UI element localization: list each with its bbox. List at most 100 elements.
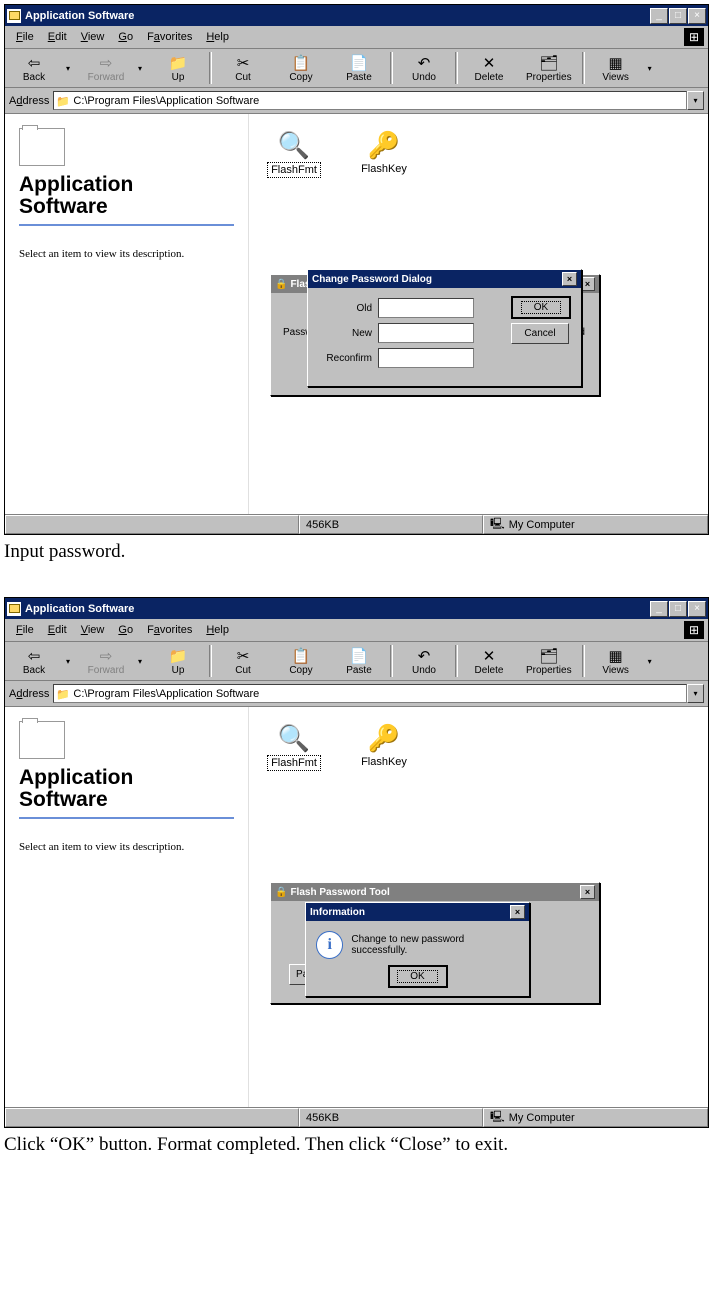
back-button[interactable]: ⇦Back — [5, 641, 63, 681]
close-button[interactable]: × — [688, 601, 706, 617]
menu-view[interactable]: View — [74, 622, 112, 638]
forward-button: ⇨Forward — [77, 641, 135, 681]
menu-file[interactable]: File — [9, 622, 41, 638]
cancel-button[interactable]: Cancel — [511, 323, 569, 344]
new-password-label: New — [320, 328, 378, 339]
status-size: 456KB — [299, 1108, 483, 1127]
menu-go[interactable]: Go — [111, 29, 140, 45]
menu-edit[interactable]: Edit — [41, 29, 74, 45]
copy-button[interactable]: 📋Copy — [272, 641, 330, 681]
paste-icon: 📄 — [350, 647, 369, 665]
folder-large-icon — [19, 721, 65, 759]
ok-button[interactable]: OK — [388, 965, 448, 988]
views-button[interactable]: ▦Views — [587, 48, 645, 88]
close-button[interactable]: × — [688, 8, 706, 24]
address-label: Address — [9, 688, 49, 700]
separator — [455, 645, 458, 677]
forward-dropdown[interactable]: ▾ — [135, 657, 149, 666]
close-icon[interactable]: × — [580, 277, 595, 291]
delete-icon: ✕ — [483, 647, 496, 665]
lock-icon: 🔒 — [275, 887, 287, 898]
status-size: 456KB — [299, 515, 483, 534]
views-dropdown[interactable]: ▾ — [645, 657, 659, 666]
menu-help[interactable]: Help — [199, 29, 236, 45]
menubar: File Edit View Go Favorites Help — [5, 619, 708, 641]
close-icon[interactable]: × — [510, 905, 525, 919]
properties-button[interactable]: 🗂Properties — [518, 48, 580, 88]
reconfirm-password-input[interactable] — [378, 348, 474, 368]
back-button[interactable]: ⇦Back — [5, 48, 63, 88]
forward-dropdown[interactable]: ▾ — [135, 64, 149, 73]
back-dropdown[interactable]: ▾ — [63, 64, 77, 73]
computer-icon: 🖳 — [490, 1108, 505, 1127]
magnifier-icon: 🔍 — [278, 721, 310, 755]
menu-view[interactable]: View — [74, 29, 112, 45]
menu-favorites[interactable]: Favorites — [140, 29, 199, 45]
content-area: Application Software Select an item to v… — [5, 114, 708, 514]
info-message: Change to new password successfully. — [351, 934, 519, 956]
magnifier-icon: 🔍 — [278, 128, 310, 162]
pane-description: Select an item to view its description. — [19, 841, 234, 853]
old-password-label: Old — [320, 303, 378, 314]
cut-button[interactable]: ✂Cut — [214, 48, 272, 88]
address-field[interactable]: C:\Program Files\Application Software — [53, 684, 687, 703]
cut-button[interactable]: ✂Cut — [214, 641, 272, 681]
copy-icon: 📋 — [292, 647, 311, 665]
ok-button[interactable]: OK — [511, 296, 571, 319]
titlebar[interactable]: Application Software _ □ × — [5, 598, 708, 619]
old-password-input[interactable] — [378, 298, 474, 318]
menu-file[interactable]: File — [9, 29, 41, 45]
copy-button[interactable]: 📋Copy — [272, 48, 330, 88]
address-dropdown[interactable]: ▾ — [687, 91, 704, 110]
menu-favorites[interactable]: Favorites — [140, 622, 199, 638]
undo-button[interactable]: ↶Undo — [395, 48, 453, 88]
address-dropdown[interactable]: ▾ — [687, 684, 704, 703]
minimize-button[interactable]: _ — [650, 8, 668, 24]
minimize-button[interactable]: _ — [650, 601, 668, 617]
undo-button[interactable]: ↶Undo — [395, 641, 453, 681]
menu-go[interactable]: Go — [111, 622, 140, 638]
up-button[interactable]: 📁Up — [149, 641, 207, 681]
pane-divider — [19, 817, 234, 819]
menu-edit[interactable]: Edit — [41, 622, 74, 638]
status-pane-1 — [5, 1108, 299, 1127]
maximize-button[interactable]: □ — [669, 8, 687, 24]
cut-icon: ✂ — [237, 647, 250, 665]
new-password-input[interactable] — [378, 323, 474, 343]
menu-help[interactable]: Help — [199, 622, 236, 638]
toolbar: ⇦Back ▾ ⇨Forward ▾ 📁Up ✂Cut 📋Copy 📄Paste… — [5, 641, 708, 681]
titlebar[interactable]: Application Software _ □ × — [5, 5, 708, 26]
bg-dialog-title: 🔒 Flash Password Tool × — [271, 883, 599, 901]
paste-button[interactable]: 📄Paste — [330, 48, 388, 88]
views-dropdown[interactable]: ▾ — [645, 64, 659, 73]
statusbar: 456KB 🖳My Computer — [5, 514, 708, 534]
windows-logo-icon — [684, 621, 704, 639]
info-icon: i — [316, 931, 343, 959]
views-button[interactable]: ▦Views — [587, 641, 645, 681]
up-button[interactable]: 📁Up — [149, 48, 207, 88]
dialog-titlebar[interactable]: Change Password Dialog × — [308, 270, 581, 288]
folder-icon — [7, 9, 21, 23]
bg-title-icon: 🔒 — [275, 279, 287, 290]
close-icon[interactable]: × — [580, 885, 595, 899]
address-path: C:\Program Files\Application Software — [73, 95, 259, 107]
computer-icon: 🖳 — [490, 515, 505, 534]
up-icon: 📁 — [169, 54, 188, 72]
up-icon: 📁 — [169, 647, 188, 665]
file-label: FlashFmt — [267, 755, 321, 771]
forward-icon: ⇨ — [100, 54, 113, 72]
views-icon: ▦ — [608, 647, 622, 665]
status-location: 🖳My Computer — [483, 515, 708, 534]
separator — [455, 52, 458, 84]
maximize-button[interactable]: □ — [669, 601, 687, 617]
undo-icon: ↶ — [418, 647, 431, 665]
dialog-titlebar[interactable]: Information × — [306, 903, 529, 921]
delete-button[interactable]: ✕Delete — [460, 48, 518, 88]
delete-button[interactable]: ✕Delete — [460, 641, 518, 681]
close-icon[interactable]: × — [562, 272, 577, 286]
paste-button[interactable]: 📄Paste — [330, 641, 388, 681]
back-dropdown[interactable]: ▾ — [63, 657, 77, 666]
properties-button[interactable]: 🗂Properties — [518, 641, 580, 681]
address-field[interactable]: C:\Program Files\Application Software — [53, 91, 687, 110]
info-pane: Application Software Select an item to v… — [5, 114, 249, 514]
